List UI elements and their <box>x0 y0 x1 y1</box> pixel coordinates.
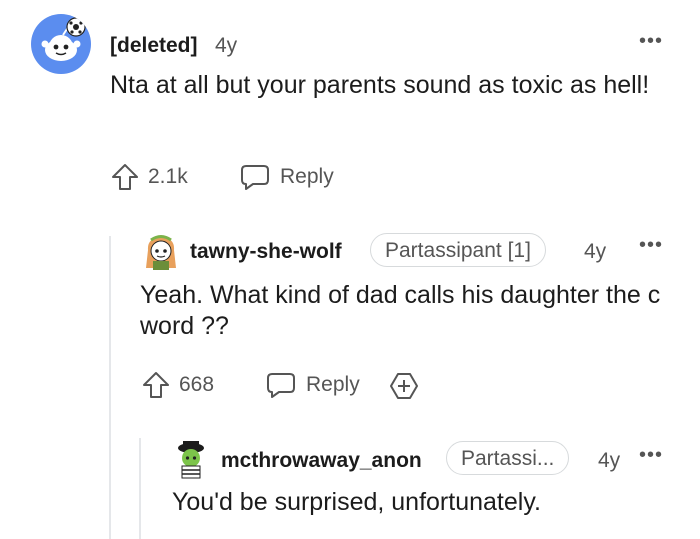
thread-line[interactable] <box>109 236 111 539</box>
reply-bubble-icon <box>241 165 269 190</box>
reply-button[interactable]: Reply <box>266 370 360 400</box>
user-flair: Partassipant [1] <box>370 233 546 267</box>
avatar[interactable] <box>173 438 209 482</box>
comment-author[interactable]: tawny-she-wolf <box>190 240 342 264</box>
comment-body: You'd be surprised, unfortunately. <box>172 488 541 516</box>
comment-author[interactable]: mcthrowaway_anon <box>221 449 422 473</box>
more-horizontal-icon[interactable]: ••• <box>639 235 663 255</box>
upvote-icon <box>112 164 138 190</box>
reply-button[interactable]: Reply <box>240 162 334 192</box>
upvote-button[interactable]: 668 <box>141 370 214 400</box>
user-flair: Partassi... <box>446 441 570 475</box>
add-award-icon <box>390 373 418 399</box>
avatar[interactable] <box>31 14 91 74</box>
comment-body: Nta at all but your parents sound as tox… <box>110 71 650 99</box>
comment-body: Yeah. What kind of dad calls his daughte… <box>140 281 661 340</box>
reply-label: Reply <box>306 373 360 396</box>
comment-age: 4y <box>215 34 238 57</box>
comment-author[interactable]: [deleted] <box>110 34 198 58</box>
upvote-button[interactable]: 2.1k <box>110 162 188 192</box>
comment-age: 4y <box>598 449 621 472</box>
comment-age: 4y <box>584 240 607 263</box>
vote-count: 668 <box>179 373 215 396</box>
avatar[interactable] <box>143 232 179 272</box>
reply-bubble-icon <box>267 373 295 398</box>
vote-count: 2.1k <box>148 165 188 188</box>
more-horizontal-icon[interactable]: ••• <box>639 445 663 465</box>
reply-label: Reply <box>280 165 334 188</box>
add-award-button[interactable] <box>388 370 420 402</box>
upvote-icon <box>143 372 169 398</box>
thread-line[interactable] <box>139 438 141 539</box>
more-horizontal-icon[interactable]: ••• <box>639 31 663 51</box>
